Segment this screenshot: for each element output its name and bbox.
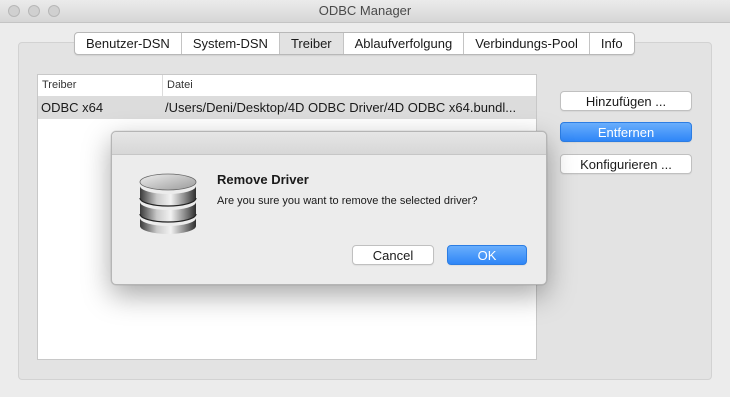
tab-system-dsn[interactable]: System-DSN [182,33,280,54]
driver-name-cell: ODBC x64 [41,100,104,115]
remove-driver-dialog: Remove Driver Are you sure you want to r… [111,131,547,285]
configure-button[interactable]: Konfigurieren ... [560,154,692,174]
column-header-driver[interactable]: Treiber [42,79,76,91]
tab-benutzer-dsn[interactable]: Benutzer-DSN [75,33,182,54]
tab-info[interactable]: Info [590,33,634,54]
tab-bar: Benutzer-DSN System-DSN Treiber Ablaufve… [74,32,635,55]
table-row[interactable]: ODBC x64 /Users/Deni/Desktop/4D ODBC Dri… [38,97,536,119]
window-title: ODBC Manager [318,3,412,18]
database-icon [139,173,197,234]
tab-ablaufverfolgung[interactable]: Ablaufverfolgung [344,33,465,54]
dialog-title-bar [112,132,546,155]
column-header-file[interactable]: Datei [162,75,539,96]
add-button[interactable]: Hinzufügen ... [560,91,692,111]
table-header: Treiber Datei [38,75,536,97]
title-bar: ODBC Manager [0,0,730,23]
dialog-title: Remove Driver [217,172,309,187]
tab-verbindungs-pool[interactable]: Verbindungs-Pool [464,33,590,54]
tab-treiber[interactable]: Treiber [279,33,344,54]
cancel-button[interactable]: Cancel [352,245,434,265]
dialog-message: Are you sure you want to remove the sele… [217,195,478,207]
ok-button[interactable]: OK [447,245,527,265]
remove-button[interactable]: Entfernen [560,122,692,142]
driver-file-cell: /Users/Deni/Desktop/4D ODBC Driver/4D OD… [165,100,517,115]
